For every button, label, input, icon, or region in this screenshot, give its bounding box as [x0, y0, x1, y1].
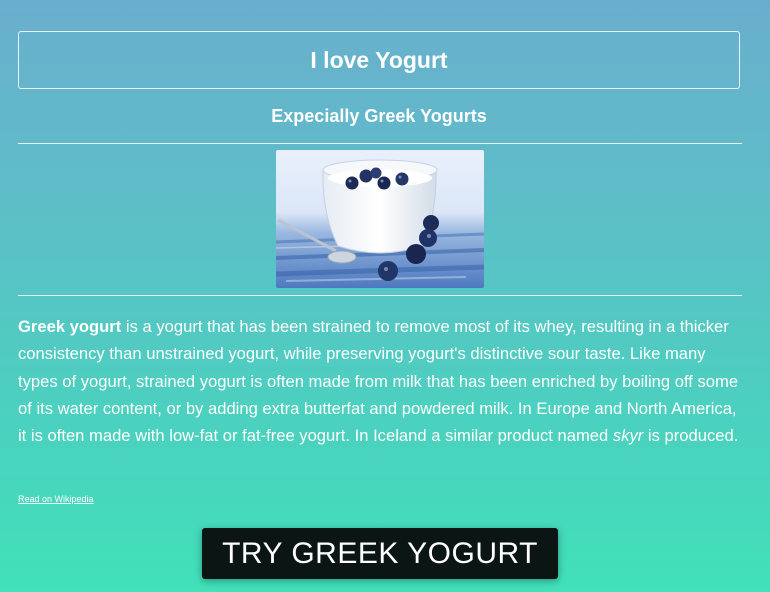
divider-top: [18, 143, 742, 144]
try-greek-yogurt-button[interactable]: TRY GREEK YOGURT: [202, 528, 558, 579]
description-text-part2: is produced.: [643, 426, 739, 446]
divider-bottom: [18, 295, 742, 296]
page-subtitle: Expecially Greek Yogurts: [271, 106, 487, 126]
page-title: I love Yogurt: [310, 46, 448, 73]
description-term-skyr: skyr: [612, 426, 644, 446]
description-term: Greek yogurt: [18, 317, 122, 336]
title-banner: I love Yogurt: [18, 31, 740, 89]
yogurt-photo: [276, 150, 484, 288]
wikipedia-link[interactable]: Read on Wikipedia: [18, 494, 94, 504]
description-paragraph: Greek yogurt is a yogurt that has been s…: [18, 313, 748, 449]
yogurt-photo-illustration: [276, 150, 484, 288]
